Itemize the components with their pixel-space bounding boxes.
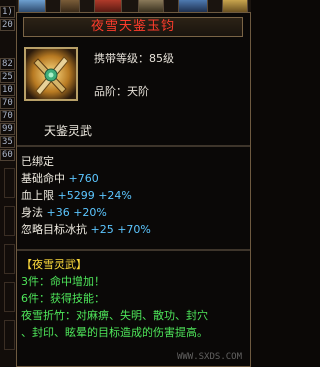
- item-title: 夜雪天鉴玉钧: [23, 17, 243, 37]
- stat-name: 忽略目标冰抗: [21, 223, 87, 236]
- top-tab-icon[interactable]: [60, 0, 80, 12]
- jade-weapon-icon: [26, 49, 76, 99]
- left-slot: [4, 244, 15, 274]
- top-tab-icon[interactable]: [138, 0, 164, 12]
- divider: [17, 249, 250, 251]
- stat-base: +36: [46, 206, 70, 219]
- divider: [17, 145, 250, 147]
- left-number-5: 10: [0, 84, 15, 96]
- item-subtitle: 天鉴灵武: [44, 124, 93, 138]
- item-tooltip: 夜雪天鉴玉钧 携带等级：85级 品阶：天阶 天鉴灵武 已绑定 基础命中 +760…: [16, 12, 251, 367]
- skill-line-2: 、封印、眩晕的目标造成的伤害提高。: [21, 326, 208, 339]
- stat-bonus: +20%: [73, 206, 107, 219]
- stat-row: 忽略目标冰抗 +25 +70%: [21, 224, 151, 235]
- left-number-2: 20: [0, 19, 15, 31]
- stat-base: +5299: [57, 189, 95, 202]
- left-slot: [4, 282, 15, 312]
- background-left-panel: 1) 20 82 25 10 70 70 99 35 60: [0, 0, 16, 367]
- top-tab-icon[interactable]: [178, 0, 208, 12]
- set-bonus-6: 6件：获得技能：: [21, 292, 105, 305]
- background-top-bar: [16, 0, 251, 12]
- left-slot: [4, 168, 15, 198]
- left-number-9: 35: [0, 136, 15, 148]
- set-bonus-3: 3件：命中增加！: [21, 275, 105, 288]
- stat-base: +760: [68, 172, 99, 185]
- left-slot: [4, 206, 15, 236]
- skill-line-1: 夜雪折竹：对麻痹、失明、散功、封穴: [21, 309, 208, 322]
- bound-status: 已绑定: [21, 155, 54, 168]
- stat-bonus: +24%: [98, 189, 132, 202]
- top-tab-icon[interactable]: [222, 0, 248, 12]
- left-number-6: 70: [0, 97, 15, 109]
- set-header: 【夜雪灵武】: [21, 258, 87, 271]
- top-tab-icon[interactable]: [18, 0, 46, 12]
- left-number-8: 99: [0, 123, 15, 135]
- stat-bonus: +70%: [117, 223, 151, 236]
- stat-row: 基础命中 +760: [21, 173, 99, 184]
- left-number-1: 1): [0, 6, 15, 18]
- stat-base: +25: [90, 223, 114, 236]
- watermark: WWW.SXDS.COM: [176, 352, 242, 362]
- top-tab-icon[interactable]: [94, 0, 122, 12]
- stat-name: 身法: [21, 206, 43, 219]
- stat-row: 血上限 +5299 +24%: [21, 190, 132, 201]
- item-icon-frame: [24, 47, 78, 101]
- item-grade: 品阶：天阶: [94, 85, 149, 98]
- left-number-3: 82: [0, 58, 15, 70]
- stat-name: 基础命中: [21, 172, 65, 185]
- stat-name: 血上限: [21, 189, 54, 202]
- carry-level: 携带等级：85级: [94, 52, 174, 65]
- left-number-10: 60: [0, 149, 15, 161]
- left-number-7: 70: [0, 110, 15, 122]
- stat-row: 身法 +36 +20%: [21, 207, 107, 218]
- left-slot: [4, 320, 15, 350]
- left-number-4: 25: [0, 71, 15, 83]
